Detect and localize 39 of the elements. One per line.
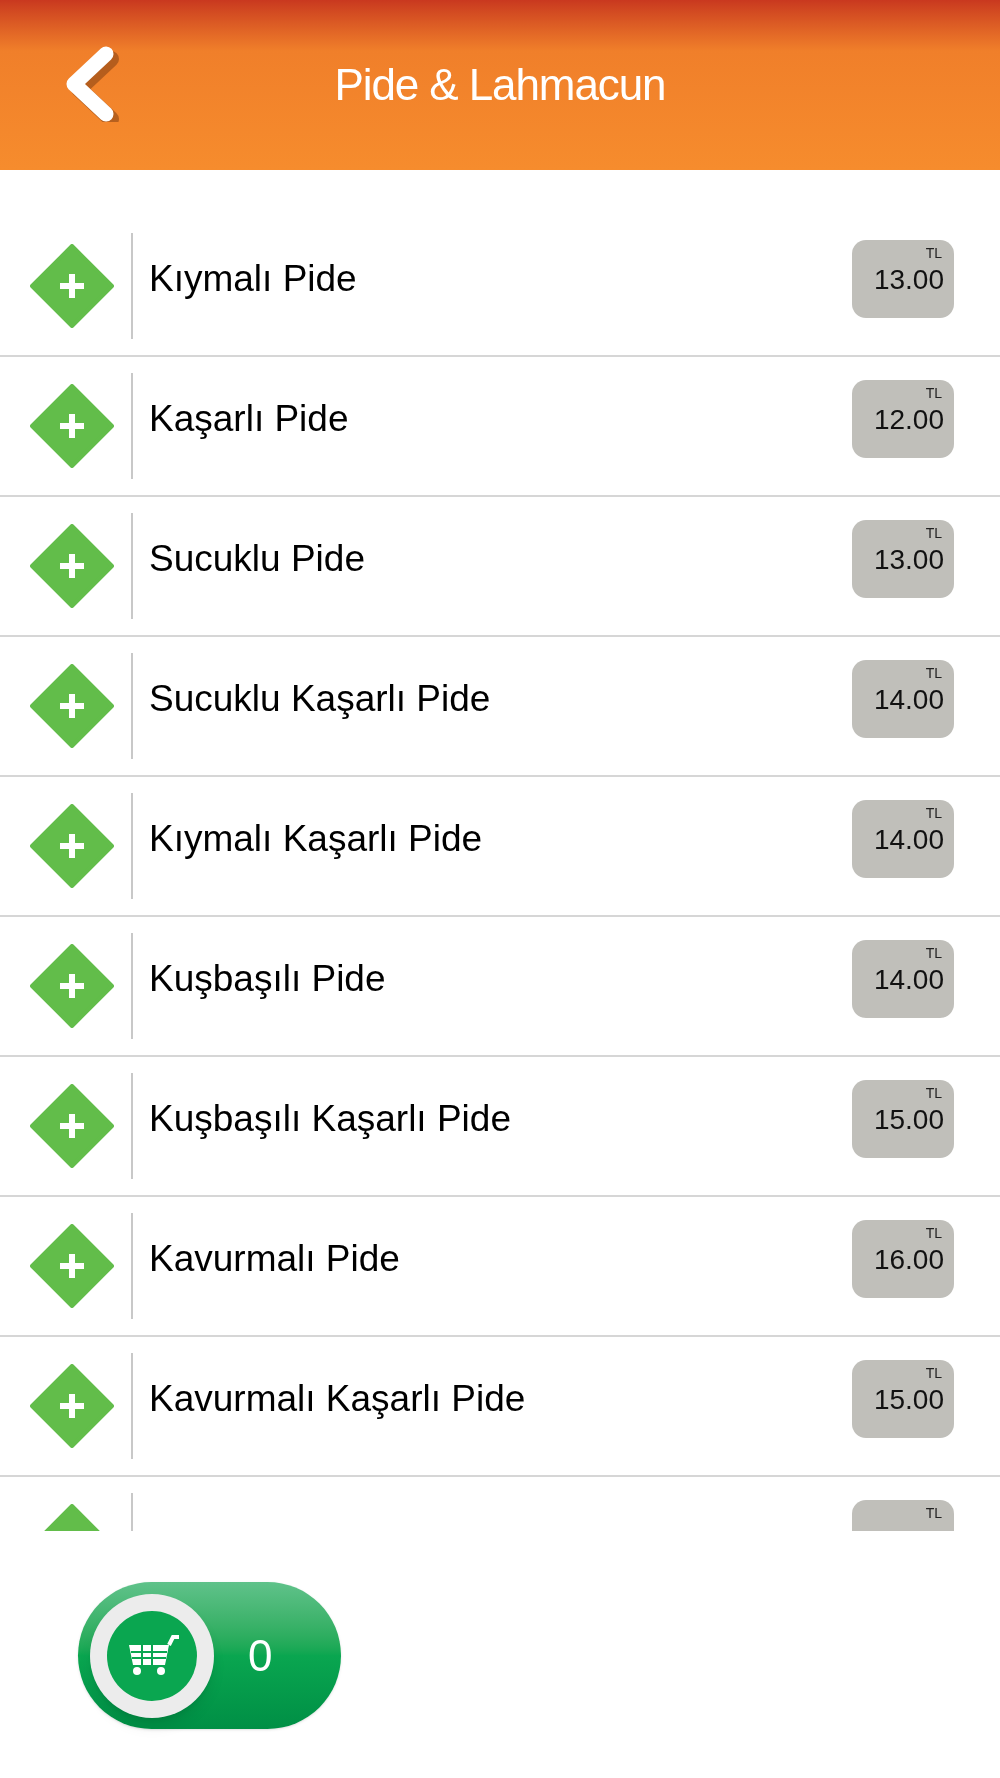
menu-item-row[interactable]: Kaşarlı Pide TL 12.00 xyxy=(0,357,1000,497)
page-title: Pide & Lahmacun xyxy=(334,59,666,111)
currency-label: TL xyxy=(925,1366,942,1380)
menu-item-row[interactable]: Kuşbaşılı Pide TL 14.00 xyxy=(0,917,1000,1057)
currency-label: TL xyxy=(925,806,942,820)
currency-label: TL xyxy=(925,1086,942,1100)
currency-label: TL xyxy=(925,246,942,260)
item-name: Kavurmalı Kaşarlı Pide xyxy=(149,1377,527,1422)
price-text: 16.00 xyxy=(873,1246,944,1274)
currency-label: TL xyxy=(925,946,942,960)
item-name: Kuşbaşılı Kaşarlı Pide xyxy=(149,1097,512,1142)
menu-item-row[interactable]: Kavurmalı Pide TL 16.00 xyxy=(0,1197,1000,1337)
currency-label: TL xyxy=(925,1506,942,1520)
price-text: 15.00 xyxy=(873,1106,944,1134)
cart-icon xyxy=(107,1610,197,1701)
currency-label: TL xyxy=(925,386,942,400)
item-name: Sucuklu Kaşarlı Pide xyxy=(149,677,492,722)
currency-label: TL xyxy=(925,526,942,540)
menu-item-row[interactable]: Kıymalı Pide TL 13.00 xyxy=(0,217,1000,357)
price-text: 15.00 xyxy=(873,1386,944,1414)
menu-item-row[interactable]: Kıymalı Kaşarlı Pide TL 14.00 xyxy=(0,777,1000,917)
item-name: Sucuklu Pide xyxy=(149,537,366,582)
menu-item-row[interactable]: Sucuklu Kaşarlı Pide TL 14.00 xyxy=(0,637,1000,777)
price-text: 12.00 xyxy=(873,406,944,434)
item-name: Kıymalı Pide xyxy=(149,257,358,302)
price-text: 13.00 xyxy=(873,266,944,294)
price-text: 13.00 xyxy=(873,546,944,574)
item-name: Kavurmalı Pide xyxy=(149,1237,401,1282)
price-text: 14.00 xyxy=(873,966,944,994)
menu-item-row[interactable]: Kuşbaşılı Kaşarlı Pide TL 15.00 xyxy=(0,1057,1000,1197)
item-name: Kaşarlı Pide xyxy=(149,397,350,442)
menu-item-row[interactable]: Sucuklu Pide TL 13.00 xyxy=(0,497,1000,637)
menu-item-row[interactable]: Kavurmalı Kaşarlı Pide TL 15.00 xyxy=(0,1337,1000,1477)
currency-label: TL xyxy=(925,666,942,680)
price-text: 14.00 xyxy=(873,686,944,714)
item-name: Kuşbaşılı Pide xyxy=(149,957,387,1002)
price-text: 14.00 xyxy=(873,826,944,854)
item-name: Kıymalı Kaşarlı Pide xyxy=(149,817,484,862)
currency-label: TL xyxy=(925,1226,942,1240)
